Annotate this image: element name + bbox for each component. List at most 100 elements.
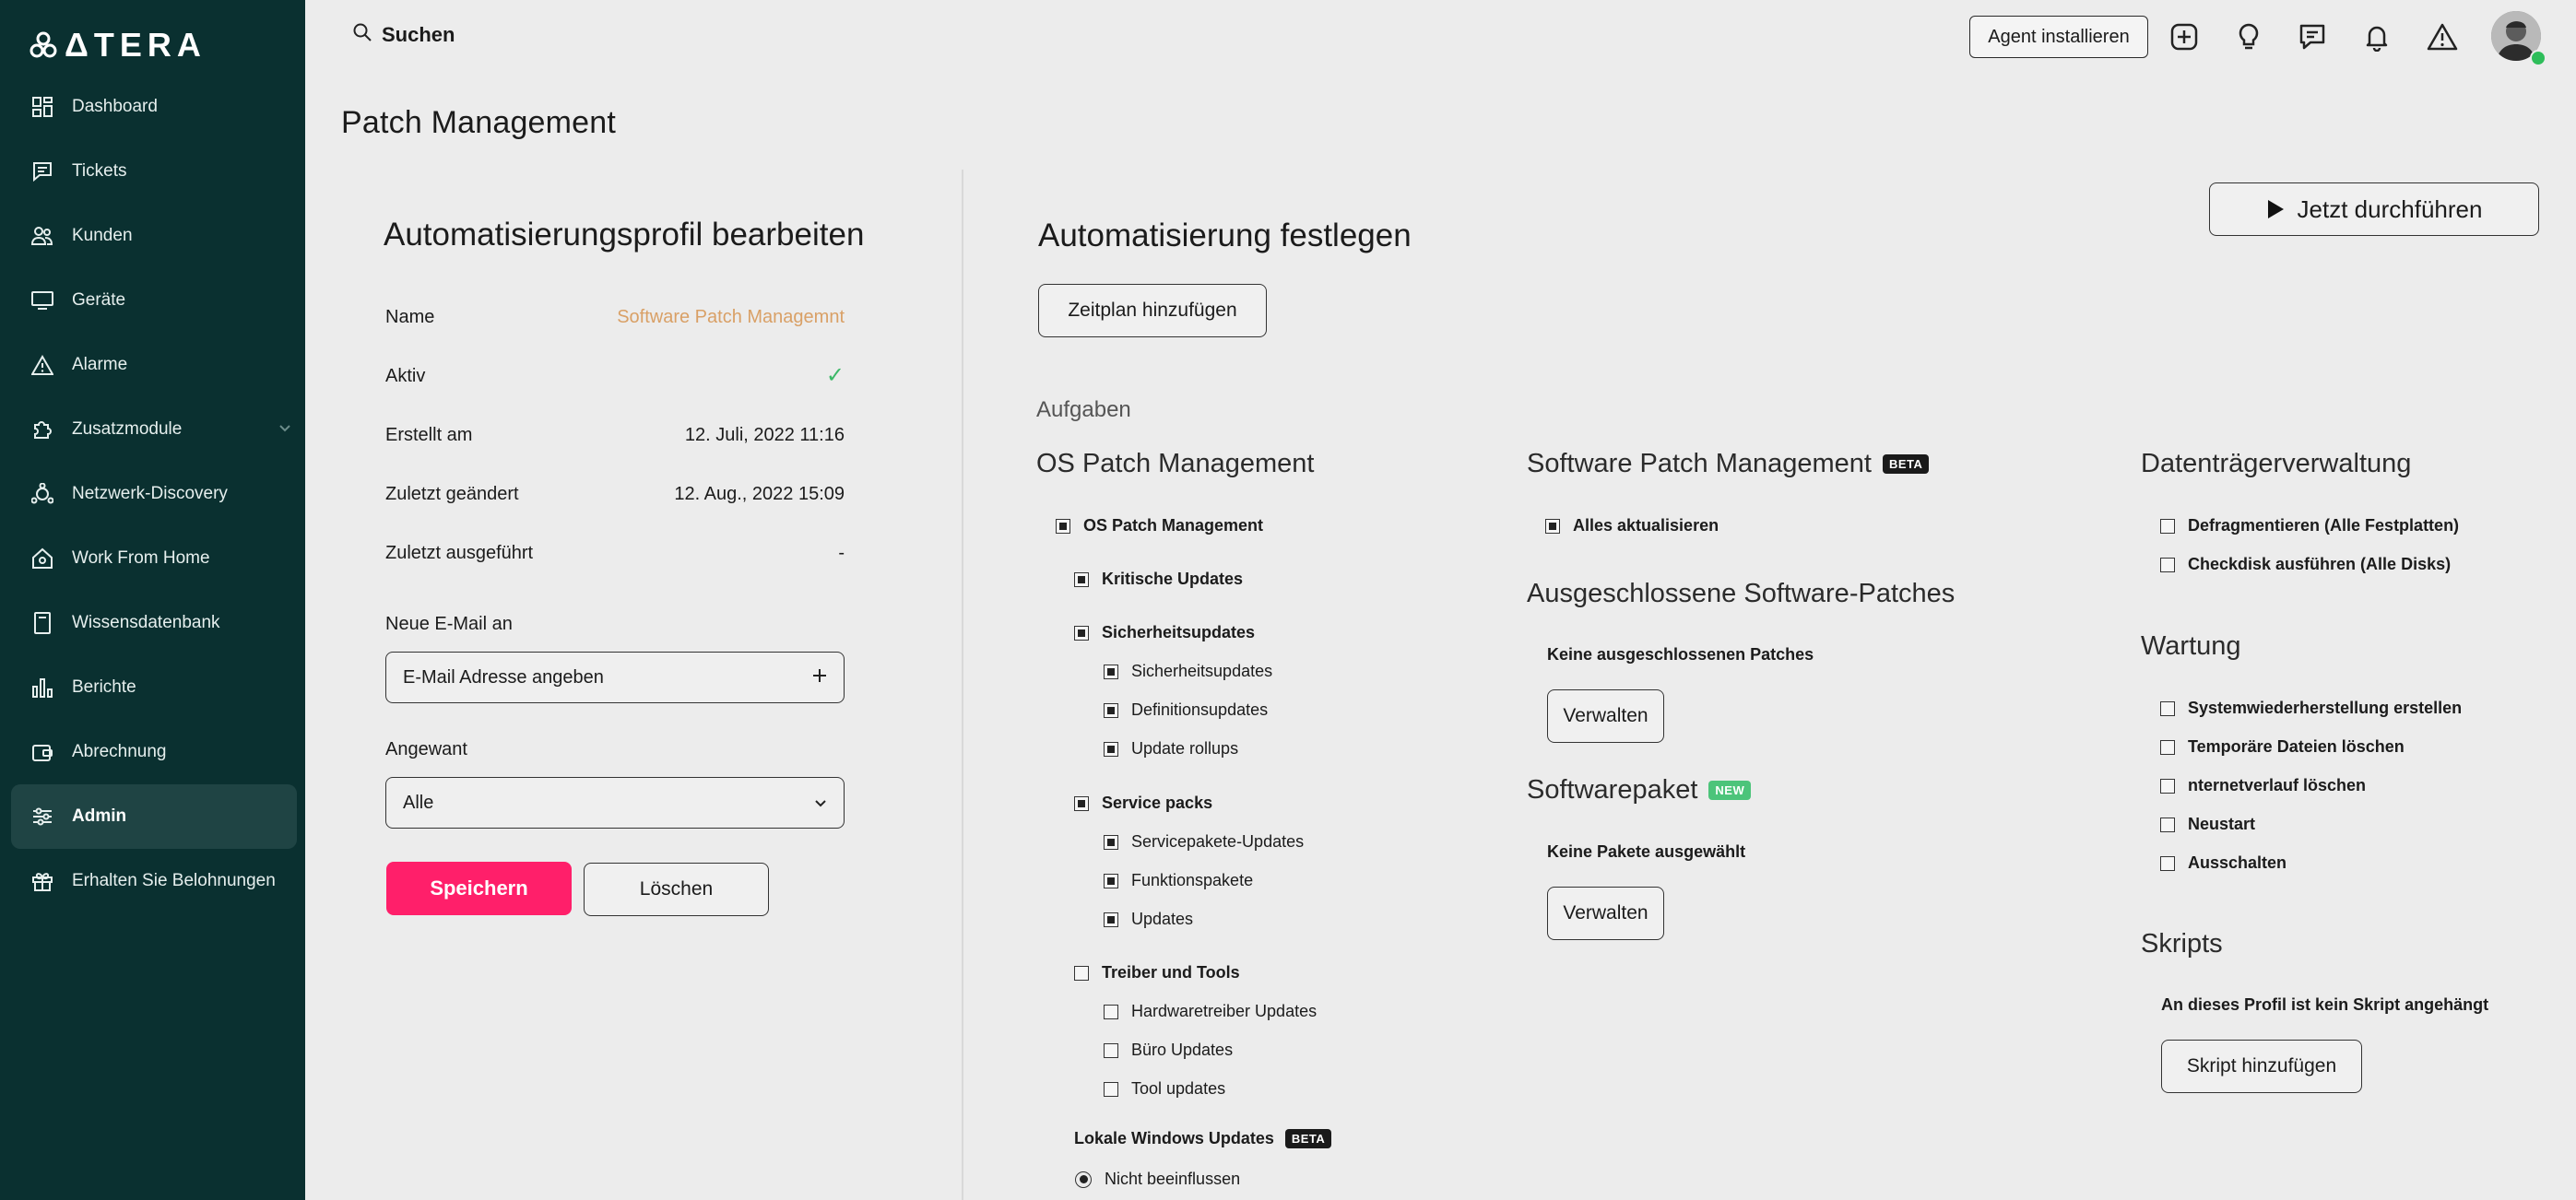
security-updates-sub-checkbox[interactable]: Sicherheitsupdates (1104, 662, 1272, 681)
sidebar-item-netzwerk-discovery[interactable]: Netzwerk-Discovery (11, 464, 297, 524)
bell-icon[interactable] (2360, 20, 2393, 53)
agent-install-button[interactable]: Agent installieren (1969, 16, 2148, 58)
shutdown-checkbox[interactable]: Ausschalten (2160, 853, 2286, 873)
scripts-title: Skripts (2141, 929, 2223, 959)
search-bar[interactable]: Suchen (352, 22, 455, 47)
local-windows-updates: Lokale Windows Updates BETA (1074, 1129, 1332, 1148)
name-value: Software Patch Managemnt (617, 307, 845, 327)
page-title: Patch Management (341, 105, 617, 140)
service-pack-updates-checkbox[interactable]: Servicepakete-Updates (1104, 832, 1304, 852)
software-package-title: Softwarepaket (1527, 775, 1698, 805)
search-label: Suchen (382, 22, 455, 46)
delete-button[interactable]: Löschen (584, 863, 769, 916)
chevron-down-icon (814, 793, 827, 814)
sidebar-item-geraete[interactable]: Geräte (11, 270, 297, 331)
critical-updates-checkbox[interactable]: Kritische Updates (1074, 570, 1243, 589)
sidebar-item-label: Zusatzmodule (72, 419, 183, 439)
service-packs-checkbox[interactable]: Service packs (1074, 794, 1212, 813)
checkdisk-checkbox[interactable]: Checkdisk ausführen (Alle Disks) (2160, 555, 2451, 574)
active-check-icon: ✓ (825, 363, 845, 388)
drivers-tools-checkbox[interactable]: Treiber und Tools (1074, 963, 1240, 982)
sidebar-item-alarme[interactable]: Alarme (11, 335, 297, 395)
sidebar-item-label: Netzwerk-Discovery (72, 484, 228, 503)
beta-badge: BETA (1284, 1129, 1332, 1148)
maintenance-title: Wartung (2141, 631, 2241, 661)
tasks-label: Aufgaben (1036, 397, 1131, 422)
automation-title: Automatisierung festlegen (1038, 218, 1412, 253)
security-updates-checkbox[interactable]: Sicherheitsupdates (1074, 623, 1255, 642)
users-icon (30, 223, 55, 249)
book-icon (30, 610, 55, 636)
sidebar-item-abrechnung[interactable]: Abrechnung (11, 722, 297, 782)
sidebar-item-label: Geräte (72, 290, 126, 310)
updates-checkbox[interactable]: Updates (1104, 910, 1193, 929)
manage-packages-button[interactable]: Verwalten (1547, 887, 1664, 940)
plus-icon[interactable] (812, 667, 827, 688)
feature-packs-checkbox[interactable]: Funktionspakete (1104, 871, 1253, 890)
definition-updates-checkbox[interactable]: Definitionsupdates (1104, 700, 1268, 720)
sidebar-item-berichte[interactable]: Berichte (11, 657, 297, 718)
online-status-dot (2530, 50, 2546, 66)
hardware-driver-updates-checkbox[interactable]: Hardwaretreiber Updates (1104, 1002, 1317, 1021)
dont-affect-radio[interactable]: Nicht beeinflussen (1075, 1170, 1240, 1189)
sidebar-item-dashboard[interactable]: Dashboard (11, 76, 297, 137)
sidebar-item-admin[interactable]: Admin (11, 784, 297, 849)
update-all-checkbox[interactable]: Alles aktualisieren (1545, 516, 1719, 535)
sidebar: ΔTERA Dashboard Tickets Kunden Geräte Al… (0, 0, 305, 1200)
panel-divider (962, 170, 963, 1200)
applied-select[interactable]: Alle (385, 777, 845, 829)
applied-value: Alle (403, 792, 434, 813)
sidebar-item-label: Berichte (72, 677, 136, 697)
sidebar-item-tickets[interactable]: Tickets (11, 141, 297, 202)
sidebar-item-wissensdatenbank[interactable]: Wissensdatenbank (11, 593, 297, 653)
modified-label: Zuletzt geändert (385, 484, 519, 504)
email-placeholder: E-Mail Adresse angeben (403, 666, 604, 688)
lightbulb-icon[interactable] (2232, 20, 2265, 53)
notes-icon[interactable] (2296, 20, 2329, 53)
warning-icon[interactable] (2426, 20, 2459, 53)
run-now-label: Jetzt durchführen (2297, 194, 2483, 223)
atera-logo[interactable]: ΔTERA (30, 26, 207, 65)
defragment-checkbox[interactable]: Defragmentieren (Alle Festplatten) (2160, 516, 2459, 535)
modified-value: 12. Aug., 2022 15:09 (674, 484, 845, 504)
wallet-icon (30, 739, 55, 765)
temp-files-checkbox[interactable]: Temporäre Dateien löschen (2160, 737, 2405, 757)
chevron-down-icon[interactable] (278, 421, 291, 438)
os-patch-checkbox[interactable]: OS Patch Management (1056, 516, 1263, 535)
software-package-header: Softwarepaket NEW (1527, 775, 1752, 806)
add-script-button[interactable]: Skript hinzufügen (2161, 1040, 2362, 1093)
save-button[interactable]: Speichern (386, 862, 572, 915)
sidebar-item-label: Admin (72, 806, 127, 826)
system-restore-checkbox[interactable]: Systemwiederherstellung erstellen (2160, 699, 2462, 718)
restart-checkbox[interactable]: Neustart (2160, 815, 2255, 834)
office-updates-checkbox[interactable]: Büro Updates (1104, 1041, 1233, 1060)
manage-excluded-button[interactable]: Verwalten (1547, 689, 1664, 743)
update-rollups-checkbox[interactable]: Update rollups (1104, 739, 1238, 759)
sliders-icon (30, 804, 55, 829)
alert-icon (30, 352, 55, 378)
add-schedule-button[interactable]: Zeitplan hinzufügen (1038, 284, 1267, 337)
sidebar-item-kunden[interactable]: Kunden (11, 206, 297, 266)
software-package-note: Keine Pakete ausgewählt (1547, 842, 1746, 861)
puzzle-icon (30, 417, 55, 442)
profile-title: Automatisierungsprofil bearbeiten (384, 217, 865, 253)
home-icon (30, 546, 55, 571)
last-run-label: Zuletzt ausgeführt (385, 543, 534, 563)
monitor-icon (30, 288, 55, 313)
email-field[interactable]: E-Mail Adresse angeben (385, 652, 845, 703)
plus-square-icon[interactable] (2168, 20, 2201, 53)
sidebar-item-label: Dashboard (72, 97, 158, 116)
active-label: Aktiv (385, 366, 426, 386)
sidebar-item-zusatzmodule[interactable]: Zusatzmodule (11, 399, 297, 460)
run-now-button[interactable]: Jetzt durchführen (2209, 182, 2539, 236)
excluded-patches-note: Keine ausgeschlossenen Patches (1547, 645, 1814, 664)
sidebar-item-belohnungen[interactable]: Erhalten Sie Belohnungen (11, 851, 297, 912)
software-patch-title: Software Patch Management (1527, 449, 1872, 478)
applied-label: Angewant (385, 739, 467, 759)
tool-updates-checkbox[interactable]: Tool updates (1104, 1079, 1225, 1099)
bar-chart-icon (30, 675, 55, 700)
chat-icon (30, 159, 55, 184)
browser-history-checkbox[interactable]: nternetverlauf löschen (2160, 776, 2366, 795)
sidebar-item-work-from-home[interactable]: Work From Home (11, 528, 297, 589)
excluded-patches-title: Ausgeschlossene Software-Patches (1527, 579, 1956, 608)
